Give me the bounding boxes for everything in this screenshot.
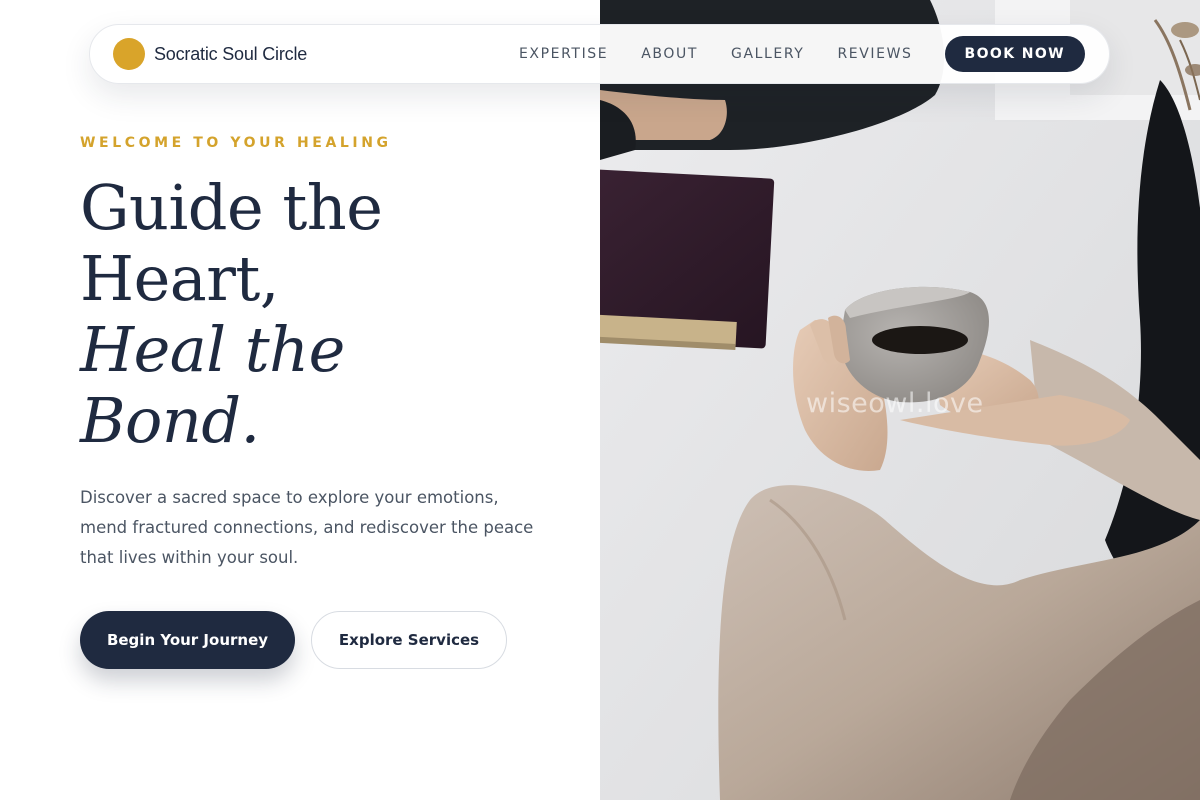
begin-journey-button[interactable]: Begin Your Journey — [80, 611, 295, 669]
headline-line-1: Guide the — [80, 171, 383, 244]
headline-line-3: Heal the — [80, 313, 345, 386]
book-now-button[interactable]: BOOK NOW — [944, 36, 1085, 72]
hero-headline: Guide the Heart, Heal the Bond. — [80, 171, 383, 457]
explore-services-button[interactable]: Explore Services — [311, 611, 507, 669]
headline-line-4: Bond. — [80, 384, 260, 457]
hero-photo: wiseowl.love — [600, 0, 1200, 800]
headline-line-2: Heart, — [80, 242, 279, 315]
watermark-text: wiseowl.love — [806, 388, 984, 419]
hero-description: Discover a sacred space to explore your … — [80, 488, 534, 567]
nav-link-about[interactable]: ABOUT — [641, 46, 698, 62]
brand-name: Socratic Soul Circle — [154, 43, 308, 64]
nav-link-reviews[interactable]: REVIEWS — [837, 46, 912, 62]
nav-link-gallery[interactable]: GALLERY — [731, 46, 804, 62]
landing-page: wiseowl.love Socratic Soul Circle EXPERT… — [0, 0, 1200, 800]
nav-link-expertise[interactable]: EXPERTISE — [519, 46, 608, 62]
hero-eyebrow: WELCOME TO YOUR HEALING — [80, 135, 392, 151]
top-nav: Socratic Soul Circle EXPERTISE ABOUT GAL… — [89, 24, 1110, 84]
brand-logo-icon — [113, 38, 145, 70]
brand-link[interactable]: Socratic Soul Circle — [113, 38, 307, 70]
nav-links: EXPERTISE ABOUT GALLERY REVIEWS BOOK NOW — [519, 36, 1085, 72]
